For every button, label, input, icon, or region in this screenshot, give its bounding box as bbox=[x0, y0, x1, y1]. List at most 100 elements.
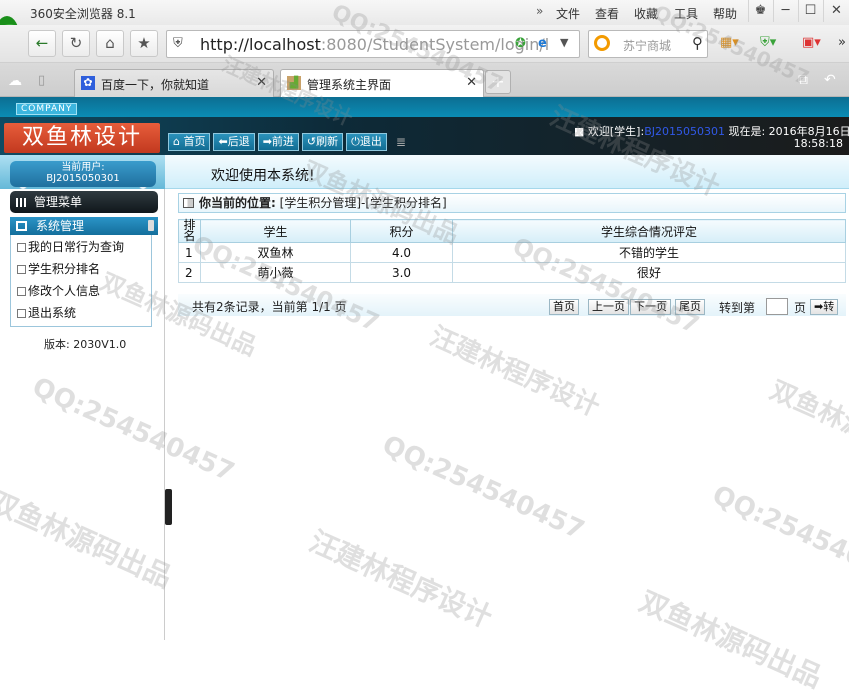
shield-icon: ⛨ bbox=[173, 36, 183, 51]
back-icon[interactable]: ← bbox=[28, 30, 56, 57]
sidebar-toggle-handle[interactable] bbox=[165, 489, 172, 525]
compat-mode-icon[interactable]: ✪ bbox=[515, 36, 526, 51]
pagination-bar: 共有2条记录，当前第 1/1 页 首页 上一页 下一页 尾页 转到第 页 ➡转 bbox=[178, 294, 846, 316]
nav-home-label: 首页 bbox=[183, 135, 206, 148]
cloud-icon[interactable]: ☁ bbox=[8, 73, 22, 89]
sidebar: 管理菜单 系统管理 我的日常行为查询 学生积分排名 修改个人信息 退出系统 版本… bbox=[0, 189, 165, 640]
browser-tabbar: ☁ ▯ ✿ 百度一下，你就知道 ✕ ▟ 管理系统主界面 ✕ + ⧉ ↶ bbox=[0, 63, 849, 97]
undo-close-icon[interactable]: ↶ bbox=[824, 72, 836, 88]
sidebar-list: 我的日常行为查询 学生积分排名 修改个人信息 退出系统 bbox=[10, 235, 152, 327]
search-engine-icon[interactable] bbox=[594, 35, 610, 51]
table-row: 1 双鱼林 4.0 不错的学生 bbox=[178, 242, 846, 263]
breadcrumb: 你当前的位置: [学生积分管理]-[学生积分排名] bbox=[178, 193, 846, 213]
welcome-label: 欢迎[学生]: bbox=[587, 125, 645, 138]
address-bar[interactable]: ⛨ http://localhost:8080/StudentSystem/lo… bbox=[166, 30, 580, 58]
brand-logo: 双鱼林设计 bbox=[4, 123, 160, 153]
sidebar-section-system[interactable]: 系统管理 bbox=[10, 217, 158, 235]
prev-page-button[interactable]: 上一页 bbox=[588, 299, 629, 315]
sidebar-section-label: 系统管理 bbox=[36, 219, 85, 233]
current-time: 18:58:18 bbox=[793, 137, 843, 150]
nav-refresh-label: 刷新 bbox=[316, 135, 339, 148]
ie-mode-icon[interactable]: e bbox=[538, 36, 547, 51]
apps-icon[interactable]: ▦▾ bbox=[720, 35, 739, 50]
web-page: COMPANY 双鱼林设计 ⌂ 首页 ⬅后退 ➡前进 ↺刷新 ⏻退出 ≣ ■ 欢… bbox=[0, 97, 849, 640]
minimize-icon[interactable]: ─ bbox=[773, 0, 797, 22]
home-icon[interactable]: ⌂ bbox=[96, 30, 124, 57]
ranking-table: 排名 学生 积分 学生综合情况评定 1 双鱼林 4.0 不错的学生 2 萌小薇 … bbox=[178, 219, 846, 283]
next-page-button[interactable]: 下一页 bbox=[630, 299, 671, 315]
search-input[interactable]: 苏宁商城 bbox=[623, 37, 671, 54]
more-tools-icon[interactable]: » bbox=[838, 35, 846, 50]
sidebar-item-exit[interactable]: 退出系统 bbox=[17, 304, 76, 321]
breadcrumb-path: [学生积分管理]-[学生积分排名] bbox=[279, 196, 447, 210]
current-user-label: 当前用户: bbox=[61, 162, 105, 173]
cell-score: 3.0 bbox=[350, 262, 453, 283]
sidebar-item-label: 修改个人信息 bbox=[28, 284, 101, 298]
collapse-icon[interactable] bbox=[148, 220, 154, 231]
item-icon bbox=[17, 243, 26, 252]
nav-back-button[interactable]: ⬅后退 bbox=[213, 133, 255, 151]
address-dropdown-icon[interactable]: ▼ bbox=[560, 36, 568, 49]
address-url[interactable]: http://localhost:8080/StudentSystem/logi… bbox=[200, 35, 549, 54]
item-icon bbox=[17, 287, 26, 296]
restore-tab-icon[interactable]: ⧉ bbox=[798, 72, 808, 88]
grip-icon: ≣ bbox=[395, 135, 406, 149]
browser-navbar: ← ↻ ⌂ ★ ⛨ http://localhost:8080/StudentS… bbox=[0, 25, 849, 63]
location-icon bbox=[183, 198, 194, 208]
cell-student: 双鱼林 bbox=[200, 242, 351, 263]
last-page-button[interactable]: 尾页 bbox=[675, 299, 705, 315]
cell-rank: 2 bbox=[178, 262, 201, 283]
goto-button[interactable]: ➡转 bbox=[810, 299, 839, 315]
refresh-icon[interactable]: ↻ bbox=[62, 30, 90, 57]
tab-admin-main[interactable]: ▟ 管理系统主界面 ✕ bbox=[280, 69, 484, 97]
nav-refresh-button[interactable]: ↺刷新 bbox=[301, 133, 344, 151]
company-badge: COMPANY bbox=[16, 103, 78, 115]
favorite-star-icon[interactable]: ★ bbox=[130, 30, 158, 57]
tab-label: 百度一下，你就知道 bbox=[101, 78, 210, 92]
welcome-user-id: BJ2015050301 bbox=[644, 125, 725, 138]
sidebar-menu-title-label: 管理菜单 bbox=[34, 195, 83, 209]
section-icon bbox=[16, 221, 27, 231]
goto-page-input[interactable] bbox=[766, 298, 788, 315]
tab-baidu[interactable]: ✿ 百度一下，你就知道 ✕ bbox=[74, 69, 274, 97]
search-box[interactable]: 苏宁商城 ⚲ bbox=[588, 30, 708, 58]
nav-logout-button[interactable]: ⏻退出 bbox=[346, 133, 387, 151]
search-icon[interactable]: ⚲ bbox=[692, 34, 703, 52]
first-page-button[interactable]: 首页 bbox=[549, 299, 579, 315]
sidebar-item-behavior-query[interactable]: 我的日常行为查询 bbox=[17, 238, 124, 255]
nav-forward-button[interactable]: ➡前进 bbox=[257, 133, 299, 151]
table-row: 2 萌小薇 3.0 很好 bbox=[178, 262, 846, 283]
maximize-icon[interactable]: ☐ bbox=[798, 0, 822, 22]
sidebar-item-edit-profile[interactable]: 修改个人信息 bbox=[17, 282, 100, 299]
close-tab-icon[interactable]: ✕ bbox=[256, 75, 267, 90]
cell-rank: 1 bbox=[178, 242, 201, 263]
close-tab-icon[interactable]: ✕ bbox=[466, 75, 477, 90]
nav-forward-label: 前进 bbox=[271, 135, 294, 148]
close-window-icon[interactable]: ✕ bbox=[823, 0, 849, 22]
menu-help[interactable]: 帮助 bbox=[713, 5, 737, 22]
sidebar-item-label: 我的日常行为查询 bbox=[28, 240, 125, 254]
new-tab-icon[interactable]: + bbox=[485, 70, 511, 94]
header-student: 学生 bbox=[200, 219, 351, 243]
adblock-icon[interactable]: ▣▾ bbox=[802, 35, 821, 50]
page-favicon-icon: ▟ bbox=[287, 76, 301, 90]
header-evaluation: 学生综合情况评定 bbox=[452, 219, 846, 243]
sidebar-item-label: 退出系统 bbox=[28, 306, 77, 320]
sidebar-item-score-ranking[interactable]: 学生积分排名 bbox=[17, 260, 100, 277]
menu-overflow-icon[interactable]: » bbox=[536, 4, 543, 18]
cell-student: 萌小薇 bbox=[200, 262, 351, 283]
menu-file[interactable]: 文件 bbox=[556, 5, 580, 22]
menu-tools[interactable]: 工具 bbox=[674, 5, 698, 22]
company-bar: COMPANY bbox=[0, 97, 849, 117]
nav-home-button[interactable]: ⌂ 首页 bbox=[168, 133, 211, 151]
menu-view[interactable]: 查看 bbox=[595, 5, 619, 22]
skin-icon[interactable]: ♚ bbox=[748, 0, 772, 22]
welcome-message-bar: 欢迎使用本系统! bbox=[165, 155, 849, 189]
url-host: http://localhost bbox=[200, 35, 321, 54]
safe-guard-icon[interactable]: ⛨▾ bbox=[760, 35, 776, 50]
cell-score: 4.0 bbox=[350, 242, 453, 263]
device-icon[interactable]: ▯ bbox=[38, 73, 45, 88]
top-nav: ⌂ 首页 ⬅后退 ➡前进 ↺刷新 ⏻退出 ≣ bbox=[168, 133, 406, 153]
menu-favorites[interactable]: 收藏 bbox=[634, 5, 658, 22]
header-rank: 排名 bbox=[178, 219, 201, 243]
